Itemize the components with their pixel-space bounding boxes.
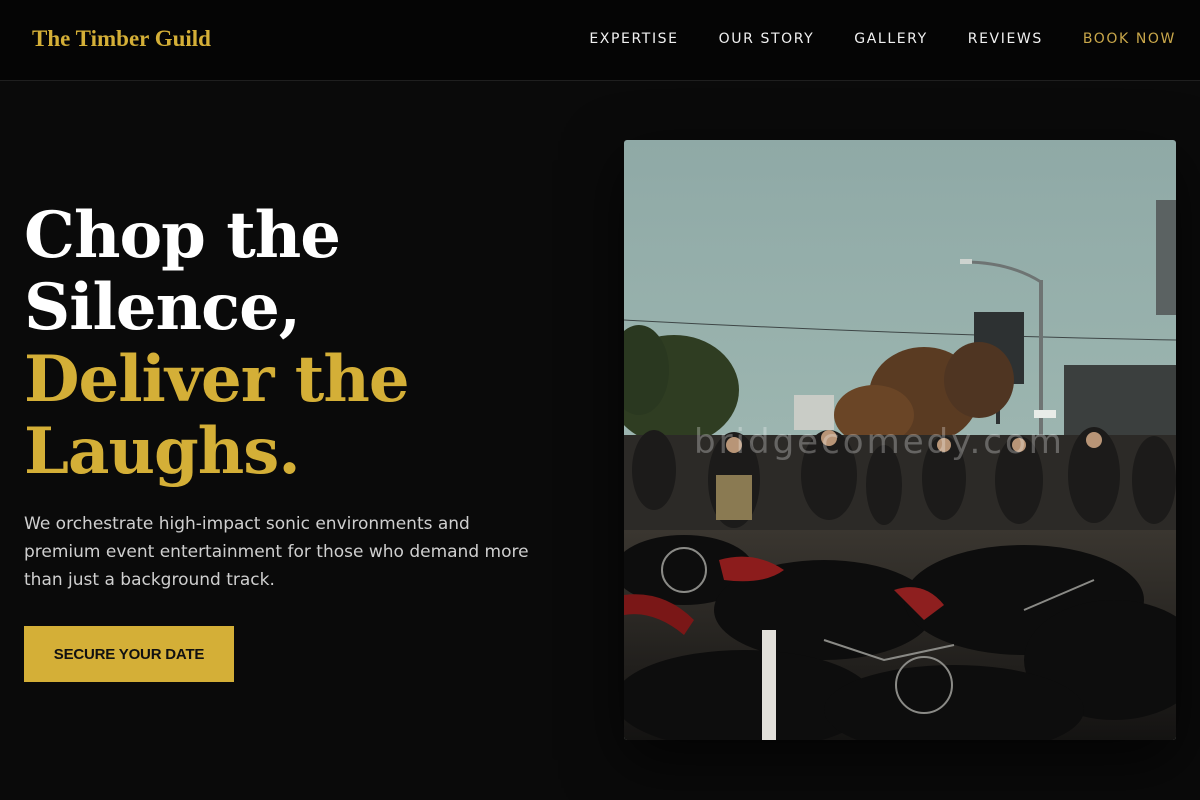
site-header: The Timber Guild EXPERTISE OUR STORY GAL… — [0, 0, 1200, 81]
secure-your-date-button[interactable]: SECURE YOUR DATE — [24, 626, 234, 682]
nav-link-gallery[interactable]: GALLERY — [854, 30, 927, 48]
hero-title-line-2: Silence, — [24, 270, 301, 345]
hero-title-line-3: Deliver the — [24, 342, 410, 417]
image-watermark: bridgecomedy.com — [694, 422, 1065, 462]
nav-link-book-now[interactable]: BOOK NOW — [1083, 30, 1176, 48]
hero-title: Chop the Silence, Deliver the Laughs. — [24, 200, 584, 488]
hero-title-line-1: Chop the — [24, 198, 341, 273]
site-logo[interactable]: The Timber Guild — [32, 26, 211, 52]
nav-link-our-story[interactable]: OUR STORY — [719, 30, 815, 48]
hero-title-line-4: Laughs. — [24, 414, 301, 489]
hero-photo: bridgecomedy.com — [624, 140, 1176, 740]
main-nav: EXPERTISE OUR STORY GALLERY REVIEWS BOOK… — [549, 30, 1176, 48]
hero-description: We orchestrate high-impact sonic environ… — [24, 514, 529, 590]
nav-link-expertise[interactable]: EXPERTISE — [589, 30, 678, 48]
nav-link-reviews[interactable]: REVIEWS — [968, 30, 1043, 48]
